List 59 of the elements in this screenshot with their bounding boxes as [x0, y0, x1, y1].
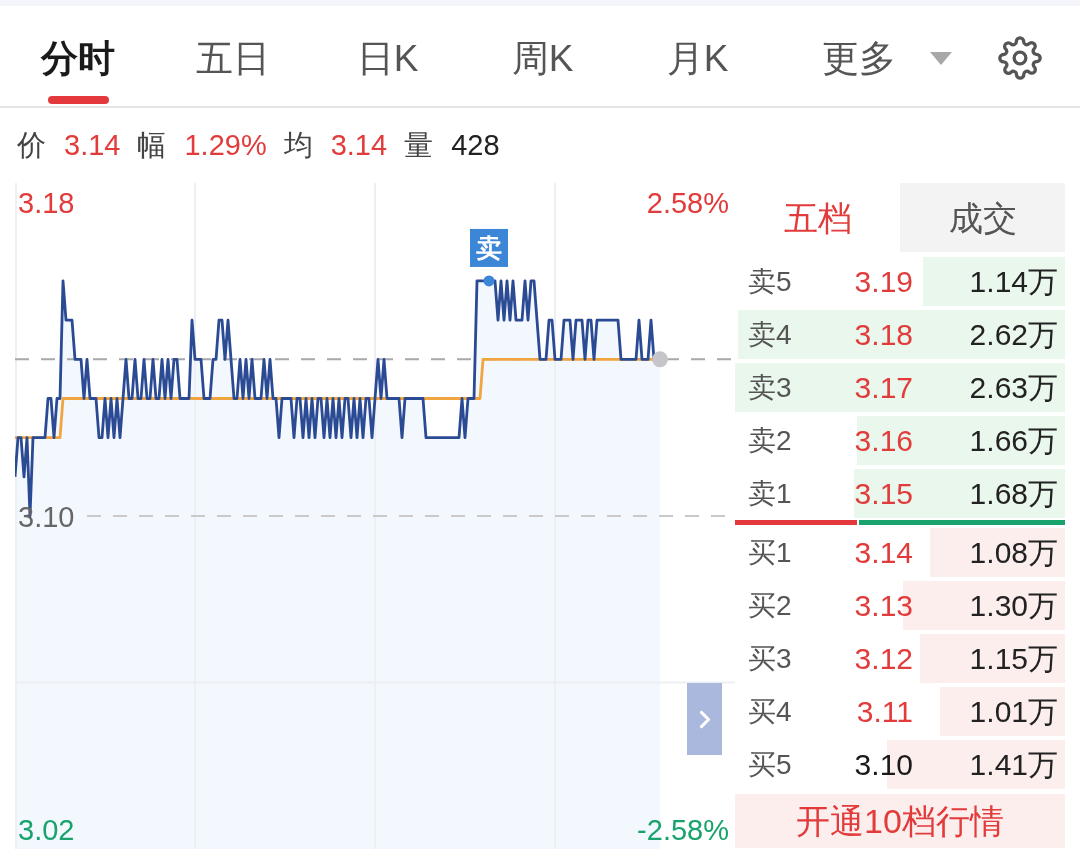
price-axis-label: 3.02 [18, 813, 75, 846]
settings-button[interactable] [998, 36, 1042, 80]
chart-tab[interactable]: 五日 [155, 6, 310, 106]
level-label: 买1 [748, 538, 793, 567]
volume-value: 1.41万 [969, 749, 1058, 780]
price-axis-label: 3.10 [18, 500, 75, 533]
price-value: 3.14 [854, 537, 913, 568]
quote-value: 1.29% [184, 131, 267, 160]
volume-value: 2.62万 [969, 319, 1058, 350]
settings-icon [998, 36, 1042, 80]
change-axis-label: 2.58% [646, 187, 729, 220]
quote-value: 3.14 [330, 131, 388, 160]
volume-value: 1.01万 [969, 696, 1058, 727]
volume-value: 1.14万 [969, 266, 1058, 297]
price-value: 3.18 [854, 319, 913, 350]
price-value: 3.16 [854, 425, 913, 456]
series-label: 卖 [476, 232, 502, 263]
change-axis-label: -2.58% [637, 813, 729, 846]
level-label: 卖1 [748, 479, 793, 508]
chart-tab[interactable]: 日K [310, 6, 465, 106]
volume-value: 1.66万 [969, 425, 1058, 456]
level-label: 卖3 [748, 373, 793, 402]
chevron-right-icon [698, 709, 711, 729]
price-axis-label: 3.18 [18, 187, 75, 220]
price-value: 3.13 [854, 590, 913, 621]
quote-label: 幅 [137, 131, 167, 160]
volume-value: 1.15万 [969, 643, 1058, 674]
level-label: 卖5 [748, 267, 793, 296]
chart-tab[interactable]: 月K [620, 6, 775, 106]
level-label: 买5 [748, 750, 793, 779]
price-value: 3.19 [854, 266, 913, 297]
chart-tab[interactable]: 周K [465, 6, 620, 106]
level-label: 买2 [748, 591, 793, 620]
trade-signal-marker: 卖 [470, 228, 508, 267]
level-label: 买4 [748, 697, 793, 726]
volume-value: 1.30万 [969, 590, 1058, 621]
price-value: 3.11 [856, 696, 913, 727]
upgrade-button[interactable]: 开通10档行情 [735, 794, 1065, 848]
price-value: 3.10 [854, 749, 913, 780]
quote-label: 量 [404, 131, 434, 160]
signal-dot-icon [483, 275, 495, 287]
volume-value: 1.08万 [969, 537, 1058, 568]
order-book-tab[interactable]: 成交 [900, 183, 1065, 252]
quote-value: 428 [451, 131, 500, 160]
level-label: 买3 [748, 644, 793, 673]
price-dot-icon [652, 351, 668, 368]
price-value: 3.12 [854, 643, 913, 674]
level-label: 卖4 [748, 320, 793, 349]
quote-label: 价 [17, 131, 46, 160]
more-dropdown[interactable]: 更多 [810, 6, 964, 106]
price-value: 3.17 [854, 372, 913, 403]
volume-value: 1.68万 [969, 478, 1058, 509]
caret-icon [930, 51, 952, 65]
quote-label: 均 [283, 131, 313, 160]
quote-value: 3.14 [64, 131, 121, 160]
level-label: 卖2 [748, 426, 793, 455]
price-value: 3.15 [854, 478, 913, 509]
volume-value: 2.63万 [969, 372, 1058, 403]
chart-tab[interactable]: 分时 [0, 6, 155, 106]
